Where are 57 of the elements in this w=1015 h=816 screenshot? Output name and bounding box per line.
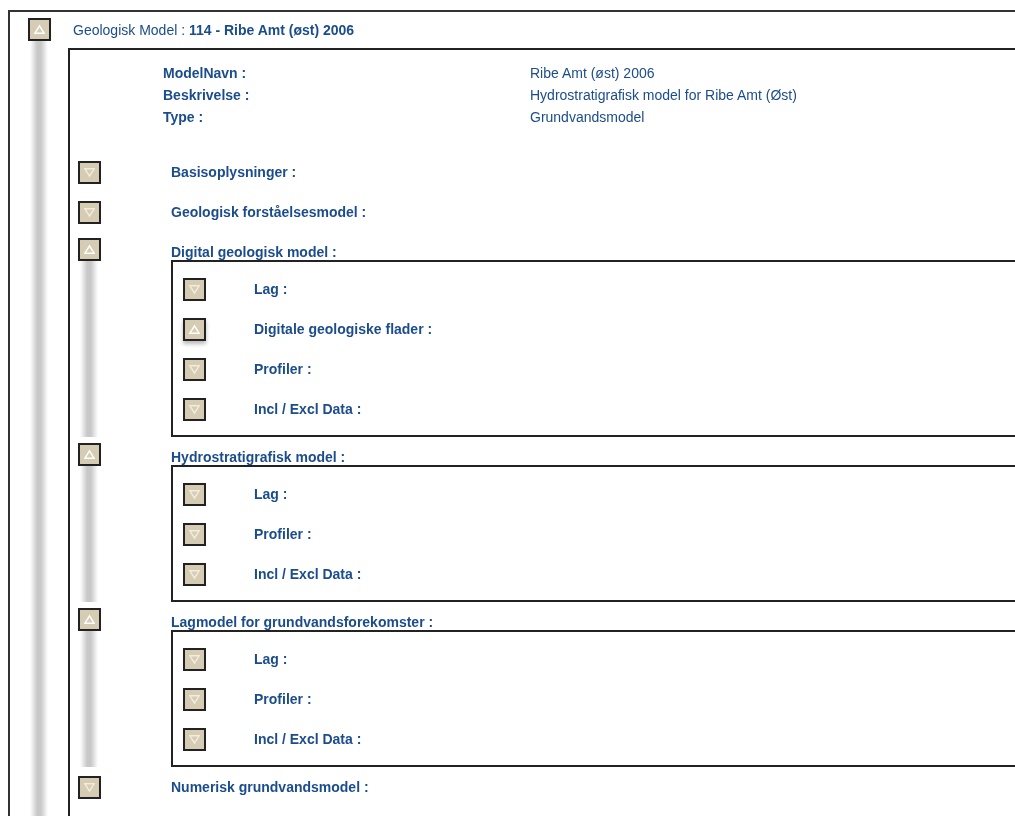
toggle-button[interactable] bbox=[78, 201, 101, 224]
model-title: Geologisk Model : 114 - Ribe Amt (øst) 2006 bbox=[72, 21, 356, 40]
section-label: Digital geologisk model : bbox=[171, 244, 337, 260]
subsection-label: Profiler : bbox=[254, 691, 312, 707]
field-label: Type : bbox=[163, 109, 205, 125]
triangle-icon bbox=[84, 782, 95, 793]
triangle-icon bbox=[189, 568, 200, 580]
section-label: Basisoplysninger : bbox=[171, 164, 297, 180]
toggle-button[interactable] bbox=[183, 727, 206, 751]
toggle-button[interactable] bbox=[78, 608, 101, 631]
subsection-label: Incl / Excl Data : bbox=[254, 566, 362, 582]
triangle-icon bbox=[189, 283, 200, 295]
subsection-label: Profiler : bbox=[254, 526, 312, 542]
triangle-icon bbox=[189, 693, 200, 705]
triangle-icon bbox=[84, 207, 95, 218]
toggle-button[interactable] bbox=[183, 562, 206, 586]
subsection-label: Lag : bbox=[254, 651, 288, 667]
triangle-icon bbox=[189, 488, 200, 500]
field-value: Grundvandsmodel bbox=[530, 109, 645, 125]
section-label: Numerisk grundvandsmodel : bbox=[171, 779, 369, 795]
triangle-icon bbox=[84, 244, 95, 255]
section-label: Geologisk forståelsesmodel : bbox=[171, 204, 367, 220]
toggle-button[interactable] bbox=[183, 357, 206, 381]
toggle-button[interactable] bbox=[183, 317, 206, 341]
field-value: Hydrostratigrafisk model for Ribe Amt (Øst) bbox=[530, 87, 797, 103]
section-label: Lagmodel for grundvandsforekomster : bbox=[171, 614, 434, 630]
subsection-label: Incl / Excl Data : bbox=[254, 731, 362, 747]
subsection-label: Lag : bbox=[254, 281, 288, 297]
toggle-button[interactable] bbox=[78, 238, 101, 261]
toggle-button[interactable] bbox=[78, 443, 101, 466]
triangle-icon bbox=[33, 24, 45, 35]
toggle-button[interactable] bbox=[183, 482, 206, 506]
triangle-icon bbox=[189, 528, 200, 540]
toggle-button[interactable] bbox=[183, 647, 206, 671]
field-label: Beskrivelse : bbox=[163, 87, 251, 103]
triangle-icon bbox=[189, 733, 200, 745]
triangle-icon bbox=[84, 449, 95, 460]
toggle-button[interactable] bbox=[183, 522, 206, 546]
toggle-button[interactable] bbox=[183, 397, 206, 421]
field-label: ModelNavn : bbox=[163, 65, 248, 81]
subsection-label: Incl / Excl Data : bbox=[254, 401, 362, 417]
toggle-button[interactable] bbox=[183, 277, 206, 301]
toggle-button[interactable] bbox=[27, 18, 51, 41]
triangle-icon bbox=[189, 323, 200, 335]
field-value: Ribe Amt (øst) 2006 bbox=[530, 65, 655, 81]
subsection-label: Profiler : bbox=[254, 361, 312, 377]
triangle-icon bbox=[189, 363, 200, 375]
triangle-icon bbox=[189, 653, 200, 665]
toggle-button[interactable] bbox=[183, 687, 206, 711]
toggle-button[interactable] bbox=[78, 776, 101, 799]
triangle-icon bbox=[84, 167, 95, 178]
toggle-button[interactable] bbox=[78, 161, 101, 184]
section-label: Hydrostratigrafisk model : bbox=[171, 449, 346, 465]
triangle-icon bbox=[84, 614, 95, 625]
subsection-label: Digitale geologiske flader : bbox=[254, 321, 433, 337]
subsection-label: Lag : bbox=[254, 486, 288, 502]
triangle-icon bbox=[189, 403, 200, 415]
